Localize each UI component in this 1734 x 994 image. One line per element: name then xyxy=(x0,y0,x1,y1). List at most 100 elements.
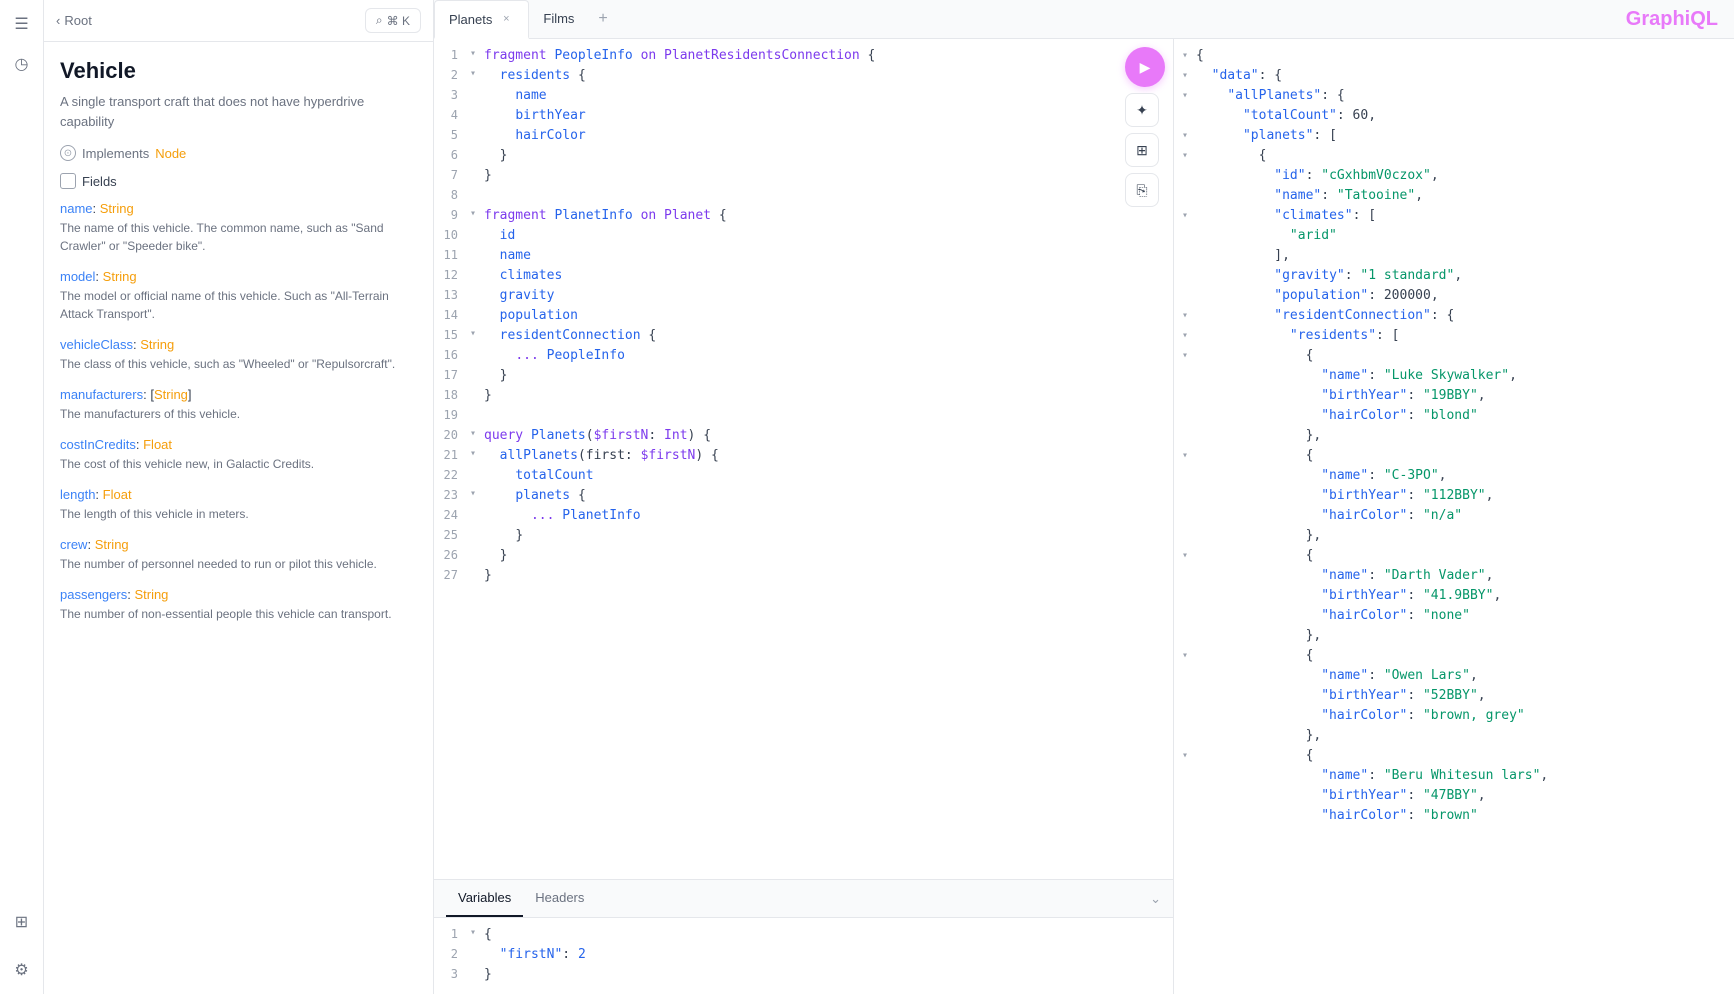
result-line-3: ▾ "allPlanets": { xyxy=(1174,87,1734,107)
field-manufacturers-name[interactable]: manufacturers xyxy=(60,387,143,402)
code-line-19: 19 xyxy=(434,407,1173,427)
result-line-9: ▾ "climates": [ xyxy=(1174,207,1734,227)
code-line-17: 17 } xyxy=(434,367,1173,387)
result-line-28: "birthYear": "41.9BBY", xyxy=(1174,587,1734,607)
code-line-20: 20 ▾ query Planets($firstN: Int) { xyxy=(434,427,1173,447)
result-line-34: "hairColor": "brown, grey" xyxy=(1174,707,1734,727)
editor-top: 1 ▾ fragment PeopleInfo on PlanetResiden… xyxy=(434,39,1173,879)
implements-link[interactable]: Node xyxy=(155,146,186,161)
fields-label: Fields xyxy=(82,174,117,189)
field-model-item: model: String The model or official name… xyxy=(60,269,417,323)
result-line-14: ▾ "residentConnection": { xyxy=(1174,307,1734,327)
plugin-icon[interactable]: ⊞ xyxy=(6,906,38,938)
tab-variables[interactable]: Variables xyxy=(446,880,523,917)
var-line-1: 1 ▾ { xyxy=(434,926,1173,946)
search-button[interactable]: ⌕ ⌘ K xyxy=(365,8,421,33)
main-area: Planets × Films + GraphiQL 1 ▾ fragment … xyxy=(434,0,1734,994)
code-line-6: 6 } xyxy=(434,147,1173,167)
result-line-11: ], xyxy=(1174,247,1734,267)
fold-arrow-9[interactable]: ▾ xyxy=(470,208,484,219)
result-line-10: "arid" xyxy=(1174,227,1734,247)
result-line-37: "name": "Beru Whitesun lars", xyxy=(1174,767,1734,787)
var-line-3: 3 } xyxy=(434,966,1173,986)
code-line-16: 16 ... PeopleInfo xyxy=(434,347,1173,367)
tab-planets[interactable]: Planets × xyxy=(434,0,529,39)
sidebar: ‹ Root ⌕ ⌘ K Vehicle A single transport … xyxy=(44,0,434,994)
copy-button[interactable]: ⊞ xyxy=(1125,133,1159,167)
tab-add-button[interactable]: + xyxy=(588,2,617,36)
run-button[interactable]: ▶ xyxy=(1125,47,1165,87)
fold-arrow-1[interactable]: ▾ xyxy=(470,48,484,59)
tab-headers[interactable]: Headers xyxy=(523,880,596,917)
fold-arrow-15[interactable]: ▾ xyxy=(470,328,484,339)
breadcrumb: ‹ Root xyxy=(56,13,92,28)
code-line-9: 9 ▾ fragment PlanetInfo on Planet { xyxy=(434,207,1173,227)
tabs-bar: Planets × Films + GraphiQL xyxy=(434,0,1734,39)
field-crew-name[interactable]: crew xyxy=(60,537,87,552)
result-line-7: "id": "cGxhbmV0czox", xyxy=(1174,167,1734,187)
result-line-36: ▾ { xyxy=(1174,747,1734,767)
history-icon[interactable]: ◷ xyxy=(6,48,38,80)
search-icon: ⌕ xyxy=(376,13,383,28)
field-name-desc: The name of this vehicle. The common nam… xyxy=(60,219,417,255)
code-line-8: 8 xyxy=(434,187,1173,207)
result-line-38: "birthYear": "47BBY", xyxy=(1174,787,1734,807)
var-fold-1[interactable]: ▾ xyxy=(470,927,484,938)
result-line-29: "hairColor": "none" xyxy=(1174,607,1734,627)
fields-box-icon xyxy=(60,173,76,189)
field-costincredits-name[interactable]: costInCredits xyxy=(60,437,136,452)
result-line-8: "name": "Tatooine", xyxy=(1174,187,1734,207)
result-line-23: "birthYear": "112BBY", xyxy=(1174,487,1734,507)
code-line-4: 4 birthYear xyxy=(434,107,1173,127)
code-line-12: 12 climates xyxy=(434,267,1173,287)
field-crew-desc: The number of personnel needed to run or… xyxy=(60,555,417,573)
result-line-15: ▾ "residents": [ xyxy=(1174,327,1734,347)
field-length-name[interactable]: length xyxy=(60,487,95,502)
result-line-17: "name": "Luke Skywalker", xyxy=(1174,367,1734,387)
copy-curl-button[interactable]: ⎘ xyxy=(1125,173,1159,207)
field-vehicleclass-name[interactable]: vehicleClass xyxy=(60,337,133,352)
editor-toolbar: ▶ ✦ ⊞ ⎘ xyxy=(1125,47,1165,207)
code-line-22: 22 totalCount xyxy=(434,467,1173,487)
result-pane: ▾ { ▾ "data": { ▾ "allPlanets": { "total… xyxy=(1174,39,1734,994)
prettify-button[interactable]: ✦ xyxy=(1125,93,1159,127)
code-line-27: 27 } xyxy=(434,567,1173,587)
document-icon[interactable]: ☰ xyxy=(6,8,38,40)
result-line-31: ▾ { xyxy=(1174,647,1734,667)
search-shortcut: ⌘ K xyxy=(387,14,410,28)
code-line-2: 2 ▾ residents { xyxy=(434,67,1173,87)
breadcrumb-label[interactable]: Root xyxy=(64,13,91,28)
tab-planets-close[interactable]: × xyxy=(498,11,514,27)
field-vehicleclass-item: vehicleClass: String The class of this v… xyxy=(60,337,417,373)
variables-collapse-button[interactable]: ⌄ xyxy=(1150,891,1161,907)
implements-label: Implements xyxy=(82,146,149,161)
field-model-desc: The model or official name of this vehic… xyxy=(60,287,417,323)
code-line-24: 24 ... PlanetInfo xyxy=(434,507,1173,527)
field-length-item: length: Float The length of this vehicle… xyxy=(60,487,417,523)
field-model-name[interactable]: model xyxy=(60,269,95,284)
result-line-30: }, xyxy=(1174,627,1734,647)
result-line-39: "hairColor": "brown" xyxy=(1174,807,1734,827)
breadcrumb-arrow: ‹ xyxy=(56,13,60,28)
fold-arrow-21[interactable]: ▾ xyxy=(470,448,484,459)
field-name-item: name: String The name of this vehicle. T… xyxy=(60,201,417,255)
tab-films[interactable]: Films xyxy=(529,1,588,38)
type-description: A single transport craft that does not h… xyxy=(60,92,417,131)
code-line-7: 7 } xyxy=(434,167,1173,187)
fold-arrow-20[interactable]: ▾ xyxy=(470,428,484,439)
type-title: Vehicle xyxy=(60,58,417,84)
code-line-23: 23 ▾ planets { xyxy=(434,487,1173,507)
settings-icon[interactable]: ⚙ xyxy=(6,954,38,986)
result-line-21: ▾ { xyxy=(1174,447,1734,467)
result-line-33: "birthYear": "52BBY", xyxy=(1174,687,1734,707)
sidebar-content: Vehicle A single transport craft that do… xyxy=(44,42,433,994)
fold-arrow-2[interactable]: ▾ xyxy=(470,68,484,79)
fold-arrow-23[interactable]: ▾ xyxy=(470,488,484,499)
field-vehicleclass-desc: The class of this vehicle, such as "Whee… xyxy=(60,355,417,373)
field-name-name[interactable]: name xyxy=(60,201,93,216)
result-line-25: }, xyxy=(1174,527,1734,547)
result-line-12: "gravity": "1 standard", xyxy=(1174,267,1734,287)
code-editor[interactable]: 1 ▾ fragment PeopleInfo on PlanetResiden… xyxy=(434,39,1173,879)
field-passengers-name[interactable]: passengers xyxy=(60,587,127,602)
code-line-5: 5 hairColor xyxy=(434,127,1173,147)
